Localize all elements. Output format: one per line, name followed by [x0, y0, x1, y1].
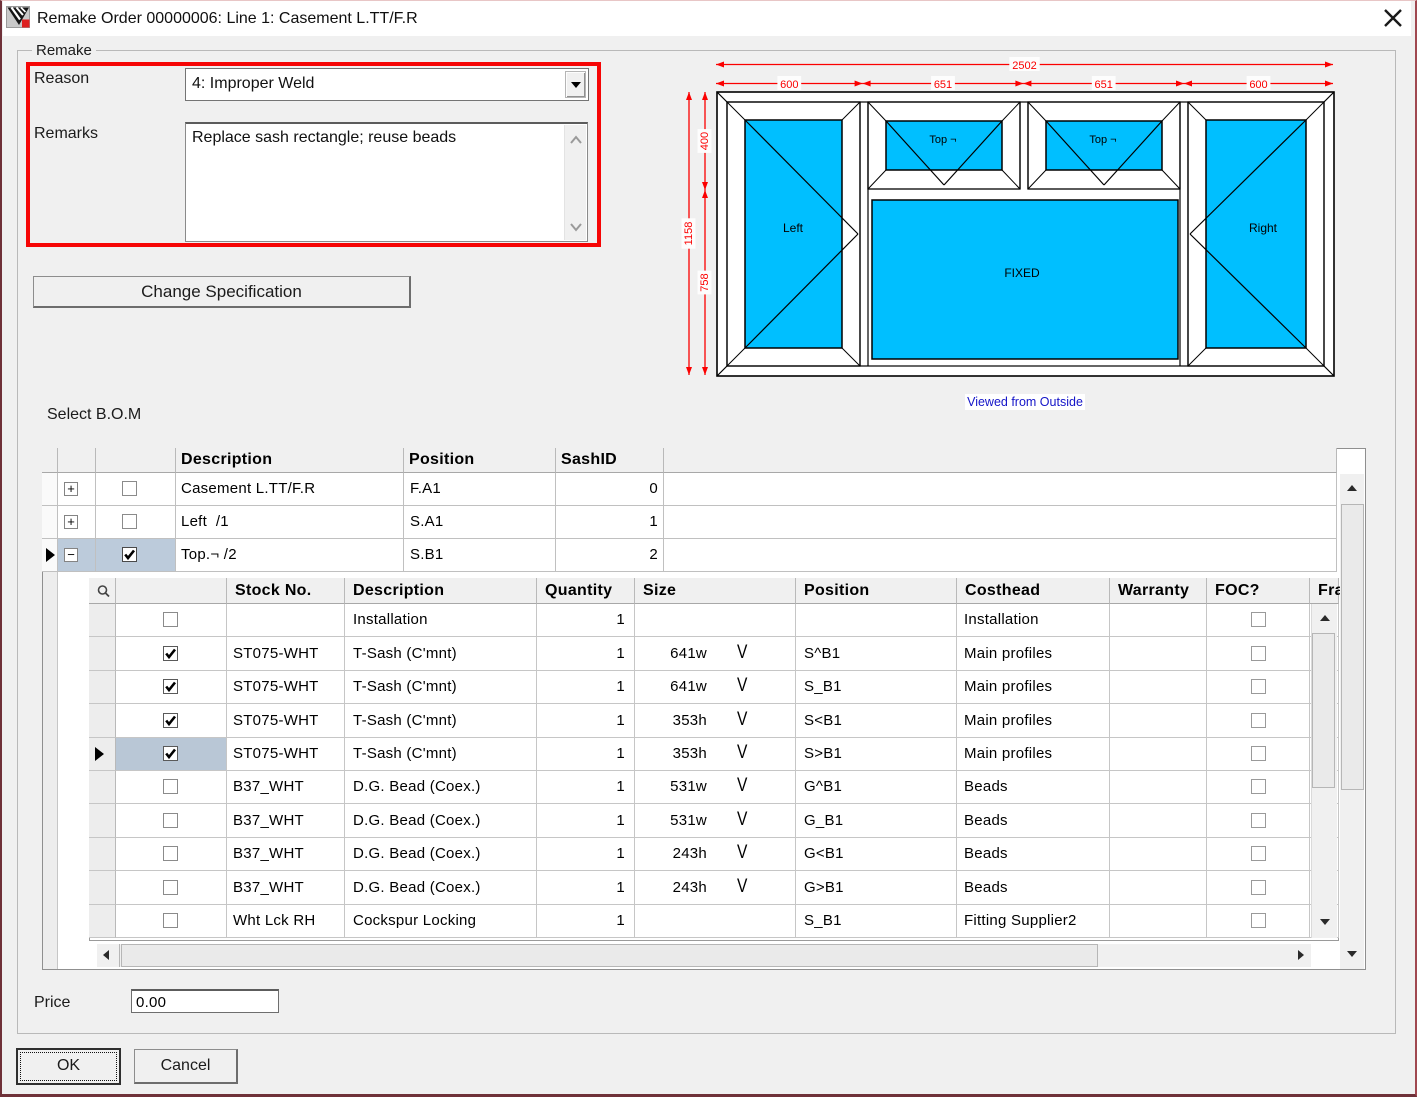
- svg-text:2502: 2502: [1012, 60, 1036, 72]
- svg-text:Right: Right: [1249, 221, 1278, 235]
- svg-text:600: 600: [780, 79, 798, 91]
- svg-text:Viewed from Outside: Viewed from Outside: [967, 395, 1083, 409]
- svg-text:600: 600: [1249, 79, 1267, 91]
- svg-text:1158: 1158: [683, 222, 695, 246]
- svg-text:651: 651: [1095, 79, 1113, 91]
- svg-text:Top ¬: Top ¬: [1089, 134, 1116, 146]
- svg-text:758: 758: [699, 273, 711, 291]
- svg-text:Top ¬: Top ¬: [929, 134, 956, 146]
- svg-text:400: 400: [699, 132, 711, 150]
- svg-text:651: 651: [934, 79, 952, 91]
- svg-text:FIXED: FIXED: [1004, 266, 1040, 280]
- svg-text:Left: Left: [783, 221, 804, 235]
